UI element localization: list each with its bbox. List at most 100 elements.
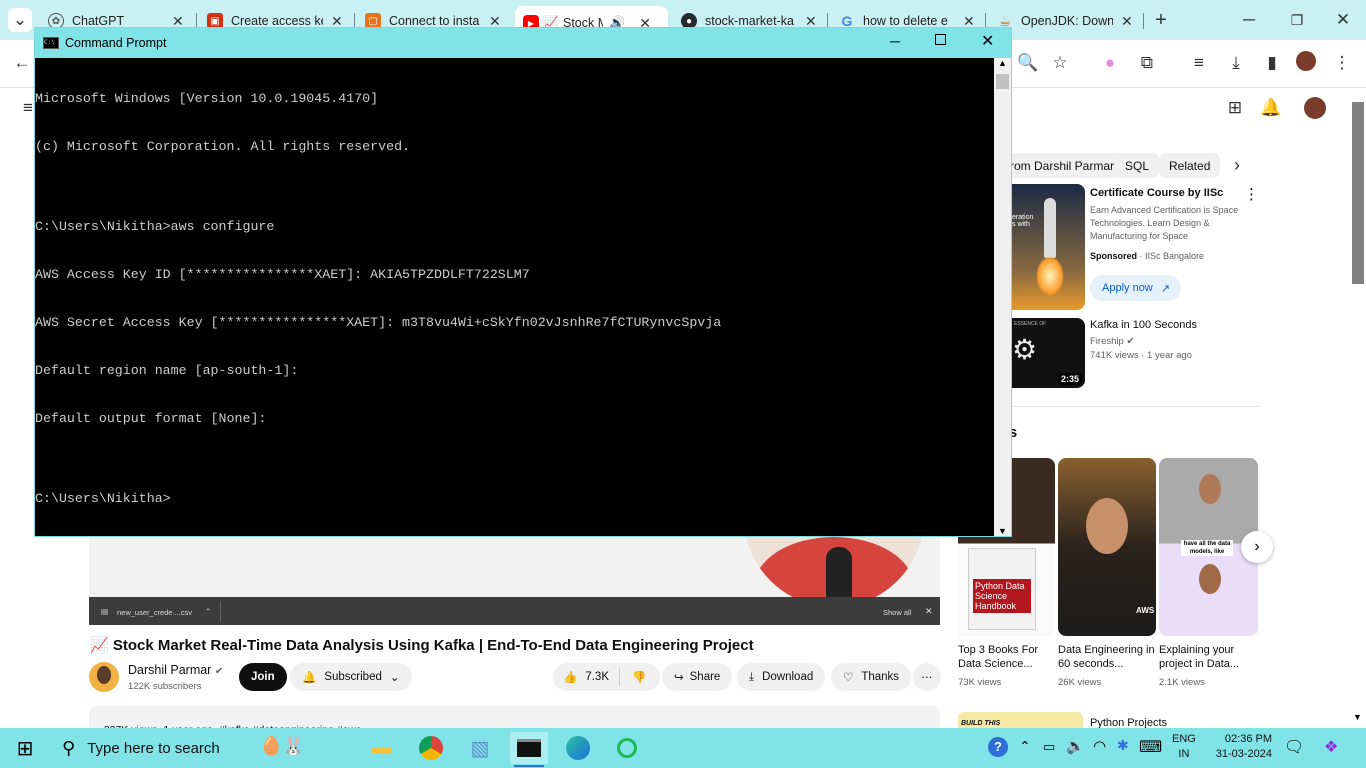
tab-openjdk[interactable]: ☕ OpenJDK: Down ✕ [997, 8, 1133, 34]
new-tab-icon[interactable]: + [1149, 8, 1173, 32]
channel-avatar[interactable] [89, 662, 119, 692]
python-projects-thumbnail[interactable]: BUILD THIS [958, 712, 1083, 728]
scroll-down-arrow-icon[interactable]: ▼ [1353, 712, 1362, 722]
windows-start-icon[interactable]: ⊞ [6, 732, 44, 764]
page-scrollbar[interactable] [1352, 102, 1364, 284]
restore-icon[interactable]: ❐ [1285, 8, 1309, 32]
scroll-down-arrow-icon[interactable]: ▼ [994, 526, 1011, 536]
prerelease-badge-icon[interactable]: ❖ [1324, 737, 1338, 757]
bluetooth-icon[interactable]: ✱ [1117, 737, 1129, 754]
ad-more-icon[interactable]: ⋮ [1244, 185, 1259, 203]
ad-title[interactable]: Certificate Course by IISc [1090, 186, 1223, 200]
reading-list-icon[interactable]: ≡ [1187, 51, 1211, 75]
shorts-next-button[interactable]: › [1241, 531, 1273, 563]
minimize-icon[interactable]: ─ [1237, 8, 1261, 32]
subscribed-button[interactable]: 🔔 Subscribed ⌄ [290, 663, 412, 691]
share-icon: ↪ [674, 672, 684, 684]
thanks-icon: ♡ [843, 672, 854, 684]
keyboard-icon[interactable]: ⌨ [1139, 737, 1162, 757]
more-actions-button[interactable]: ⋯ [913, 663, 941, 691]
cmd-taskbar-icon[interactable] [510, 732, 548, 764]
back-icon[interactable]: ← [10, 51, 34, 75]
language-indicator[interactable]: ENG IN [1172, 732, 1196, 762]
tab-title: Create access ke [231, 14, 323, 28]
help-icon[interactable]: ? [988, 737, 1008, 757]
tab-search-icon[interactable]: ⌄ [8, 8, 32, 32]
close-window-icon[interactable]: ✕ [1331, 8, 1355, 32]
external-link-icon: ↗ [1160, 282, 1170, 295]
zoom-icon[interactable]: 🔍 [1016, 51, 1040, 75]
sponsored-label: Sponsored [1090, 251, 1138, 261]
ad-thumbnail[interactable]: eration s with [1008, 184, 1085, 310]
rec-video-title[interactable]: Kafka in 100 Seconds [1090, 318, 1197, 332]
clock[interactable]: 02:36 PM 31-03-2024 [1206, 732, 1272, 762]
chevron-right-icon[interactable]: › [1234, 155, 1240, 176]
cmd-title-bar[interactable]: C:\ Command Prompt ─ ✕ [35, 28, 1011, 58]
cmd-close-icon[interactable]: ✕ [981, 31, 994, 51]
channel-name-row: Darshil Parmar ✔ [128, 663, 223, 677]
extension-pink-icon[interactable]: ● [1098, 51, 1122, 75]
join-button[interactable]: Join [239, 663, 287, 691]
user-avatar[interactable] [1304, 97, 1326, 119]
tab-title: how to delete e [863, 14, 948, 28]
cmd-taskbar-glyph [517, 739, 541, 757]
command-prompt-window[interactable]: C:\ Command Prompt ─ ✕ Microsoft Windows… [34, 27, 1012, 537]
download-file-name[interactable]: new_user_crede....csv [117, 608, 192, 617]
file-explorer-icon[interactable]: ▬ [363, 732, 401, 764]
like-button[interactable]: 👍 7.3K [553, 668, 620, 686]
dislike-button[interactable]: 👎 [620, 670, 660, 684]
download-icon[interactable]: ⤓ [1224, 51, 1248, 75]
like-count: 7.3K [585, 671, 609, 683]
chevron-up-icon[interactable]: ⌃ [205, 607, 211, 616]
edge-icon[interactable] [559, 732, 597, 764]
console-line: AWS Secret Access Key [****************X… [35, 315, 722, 330]
cmd-minimize-icon[interactable]: ─ [890, 33, 900, 49]
video-player[interactable]: ▤ new_user_crede....csv ⌃ Show all ✕ [89, 537, 940, 625]
short-title[interactable]: Explaining your project in Data... [1159, 643, 1258, 671]
extensions-puzzle-icon[interactable]: ⧉ [1135, 51, 1159, 75]
advertiser-name: · IISc Bangalore [1139, 251, 1205, 261]
join-label: Join [251, 671, 275, 683]
scroll-up-arrow-icon[interactable]: ▲ [994, 58, 1011, 72]
thanks-button[interactable]: ♡ Thanks [831, 663, 912, 691]
show-all-link[interactable]: Show all [883, 608, 911, 617]
notifications-icon[interactable]: 🗨 [1284, 737, 1304, 757]
cmd-scrollbar[interactable]: ▲ ▼ [994, 58, 1011, 536]
taskbar-search-box[interactable]: ⚲ Type here to search 🥚🐰 [48, 728, 348, 768]
short-title[interactable]: Data Engineering in 60 seconds... [1058, 643, 1156, 671]
book-title: Python Data Science Handbook [973, 579, 1031, 613]
profile-avatar[interactable] [1296, 51, 1316, 71]
channel-name[interactable]: Darshil Parmar [128, 663, 211, 677]
chip-from-channel[interactable]: rom Darshil Parmar [998, 153, 1125, 178]
chip-sql[interactable]: SQL [1115, 153, 1160, 178]
short-thumbnail[interactable]: AWS [1058, 458, 1156, 636]
apply-now-button[interactable]: Apply now ↗ [1090, 275, 1181, 301]
close-shelf-icon[interactable]: ✕ [925, 606, 933, 617]
wifi-icon[interactable]: ◠ [1093, 737, 1106, 755]
download-button[interactable]: ⤓ Download [737, 663, 826, 691]
notifications-bell-icon[interactable]: 🔔 [1259, 96, 1283, 120]
cmd-maximize-icon[interactable] [935, 34, 946, 45]
language-code: ENG [1172, 733, 1196, 745]
kafka-video-thumbnail[interactable]: ESSENCE OF ⚙ 2:35 [1008, 318, 1085, 388]
bookmark-star-icon[interactable]: ☆ [1048, 51, 1072, 75]
chrome-icon[interactable] [412, 732, 450, 764]
close-icon[interactable]: ✕ [1121, 13, 1133, 30]
cmd-console-output[interactable]: Microsoft Windows [Version 10.0.19045.41… [35, 58, 995, 536]
description-box[interactable]: 227K views 1 year ago #kafka #dataengine… [89, 706, 940, 736]
volume-icon[interactable]: 🔈 [1066, 737, 1085, 755]
scrollbar-thumb[interactable] [996, 74, 1009, 89]
chip-related[interactable]: Related [1159, 153, 1221, 178]
share-button[interactable]: ↪ Share [662, 663, 733, 691]
download-label: Download [762, 671, 814, 683]
rec-channel-name[interactable]: Fireship [1090, 336, 1124, 347]
side-panel-icon[interactable]: ▮ [1260, 51, 1284, 75]
battery-icon[interactable]: ▭ [1043, 739, 1055, 755]
short-title[interactable]: Top 3 Books For Data Science... [958, 643, 1053, 671]
app-green-ring-icon[interactable] [608, 732, 646, 764]
menu-kebab-icon[interactable]: ⋮ [1330, 51, 1354, 75]
create-video-icon[interactable]: ⊞ [1223, 96, 1247, 120]
rocket-icon [1044, 198, 1056, 258]
show-hidden-icons-chevron[interactable]: ⌃ [1019, 738, 1031, 755]
notepad-icon[interactable]: ▧ [461, 732, 499, 764]
